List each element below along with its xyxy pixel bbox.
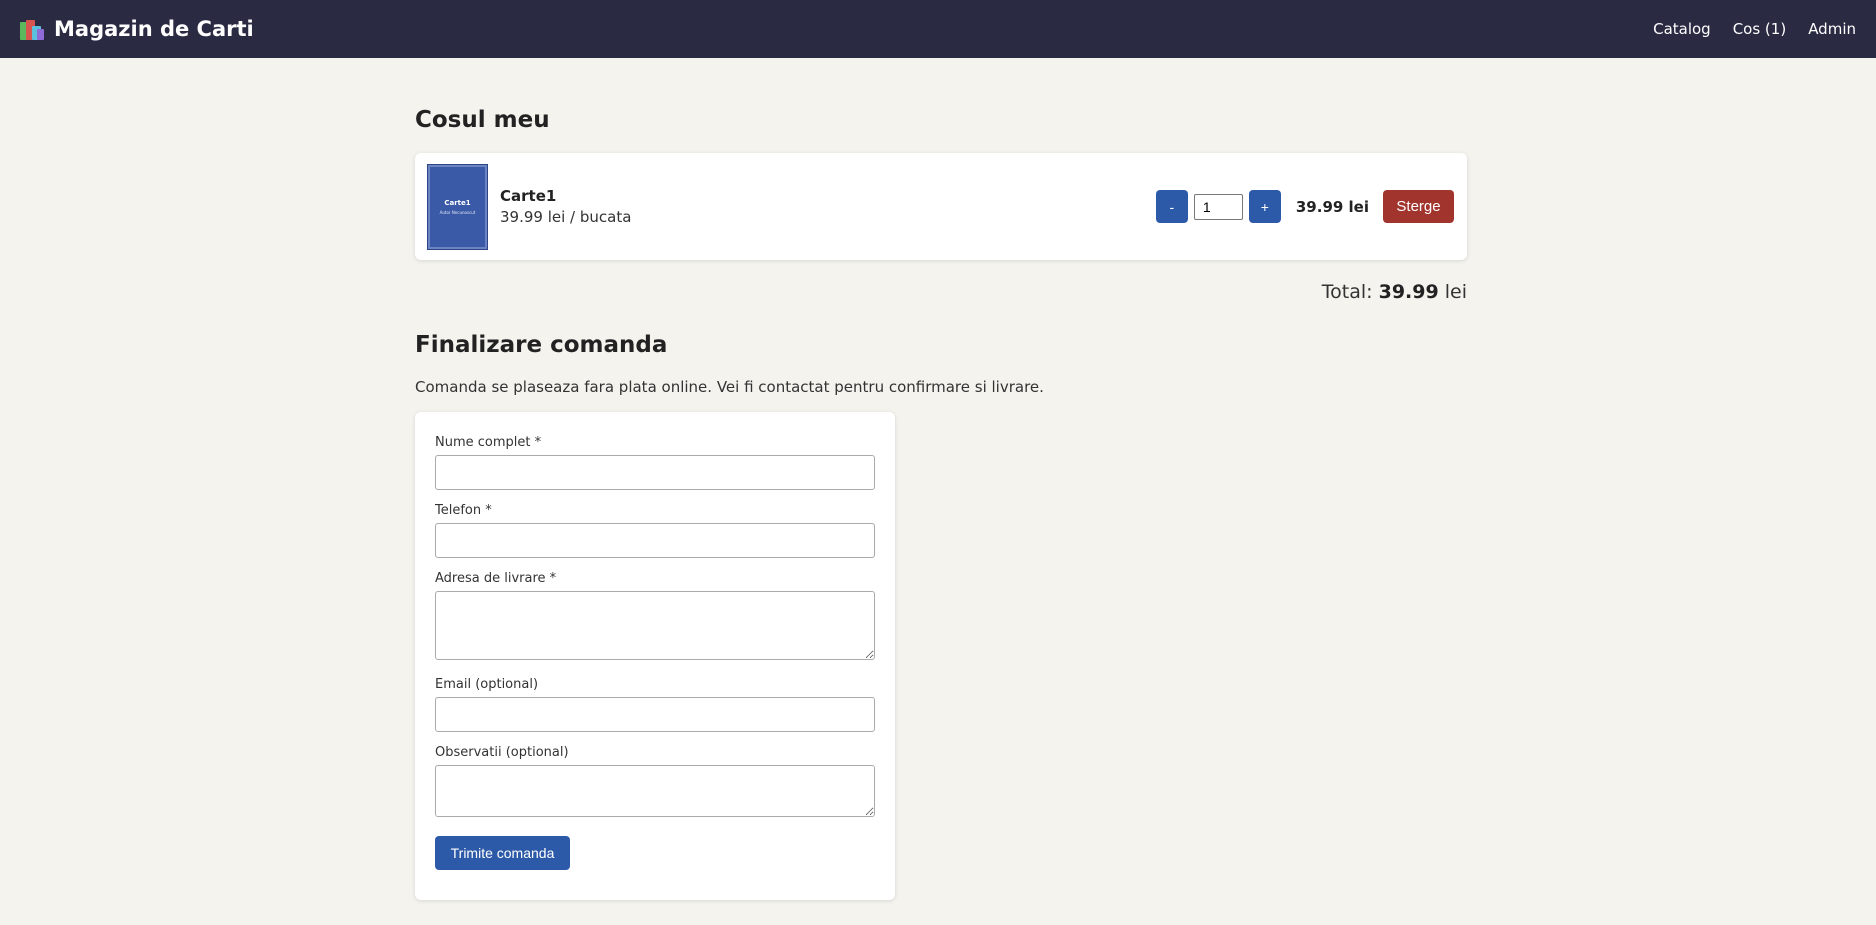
total-value: 39.99 bbox=[1378, 281, 1439, 303]
name-label: Nume complet * bbox=[435, 435, 542, 450]
notes-label: Observatii (optional) bbox=[435, 745, 569, 760]
phone-label: Telefon * bbox=[435, 503, 492, 518]
book-cover-image: Carte1 Autor Necunoscut bbox=[427, 163, 488, 250]
address-textarea[interactable] bbox=[435, 591, 875, 660]
quantity-input[interactable] bbox=[1193, 193, 1243, 220]
notes-textarea[interactable] bbox=[435, 765, 875, 817]
book-cover-title: Carte1 bbox=[444, 198, 471, 207]
item-unit-price: 39.99 lei / bucata bbox=[500, 208, 632, 226]
total-label: Total: bbox=[1321, 281, 1373, 303]
checkout-title: Finalizare comanda bbox=[415, 332, 668, 358]
field-email: Email (optional) bbox=[435, 677, 875, 732]
page-title: Cosul meu bbox=[415, 107, 550, 133]
total-currency: lei bbox=[1444, 281, 1467, 303]
decrease-quantity-button[interactable]: - bbox=[1155, 190, 1188, 223]
email-input[interactable] bbox=[435, 697, 875, 732]
nav-link-catalog[interactable]: Catalog bbox=[1653, 20, 1711, 38]
book-cover-subtitle: Autor Necunoscut bbox=[439, 209, 476, 215]
nav-link-cart[interactable]: Cos (1) bbox=[1733, 20, 1786, 38]
address-label: Adresa de livrare * bbox=[435, 571, 557, 586]
main-content: Cosul meu Carte1 Autor Necunoscut Carte1… bbox=[415, 58, 1467, 900]
increase-quantity-button[interactable]: + bbox=[1248, 190, 1281, 223]
field-notes: Observatii (optional) bbox=[435, 745, 875, 821]
cart-total: Total: 39.99 lei bbox=[415, 281, 1467, 303]
cart-item: Carte1 Autor Necunoscut Carte1 39.99 lei… bbox=[415, 153, 1467, 260]
item-info: Carte1 39.99 lei / bucata bbox=[500, 187, 1156, 226]
delete-item-button[interactable]: Sterge bbox=[1383, 190, 1454, 223]
quantity-controls: - + bbox=[1155, 190, 1281, 223]
nav-link-admin[interactable]: Admin bbox=[1808, 20, 1856, 38]
email-label: Email (optional) bbox=[435, 677, 539, 692]
field-address: Adresa de livrare * bbox=[435, 571, 875, 664]
field-phone: Telefon * bbox=[435, 503, 875, 558]
item-line-total: 39.99 lei bbox=[1295, 197, 1369, 216]
submit-order-button[interactable]: Trimite comanda bbox=[435, 836, 570, 870]
item-title: Carte1 bbox=[500, 187, 557, 205]
field-name: Nume complet * bbox=[435, 435, 875, 490]
phone-input[interactable] bbox=[435, 523, 875, 558]
nav-links: Catalog Cos (1) Admin bbox=[1653, 20, 1856, 38]
name-input[interactable] bbox=[435, 455, 875, 490]
checkout-notice: Comanda se plaseaza fara plata online. V… bbox=[415, 378, 1044, 396]
navbar: Magazin de Carti Catalog Cos (1) Admin bbox=[0, 0, 1876, 58]
brand-name: Magazin de Carti bbox=[54, 17, 254, 41]
checkout-form: Nume complet * Telefon * Adresa de livra… bbox=[415, 412, 895, 900]
brand[interactable]: Magazin de Carti bbox=[20, 17, 254, 41]
books-icon bbox=[20, 18, 44, 40]
